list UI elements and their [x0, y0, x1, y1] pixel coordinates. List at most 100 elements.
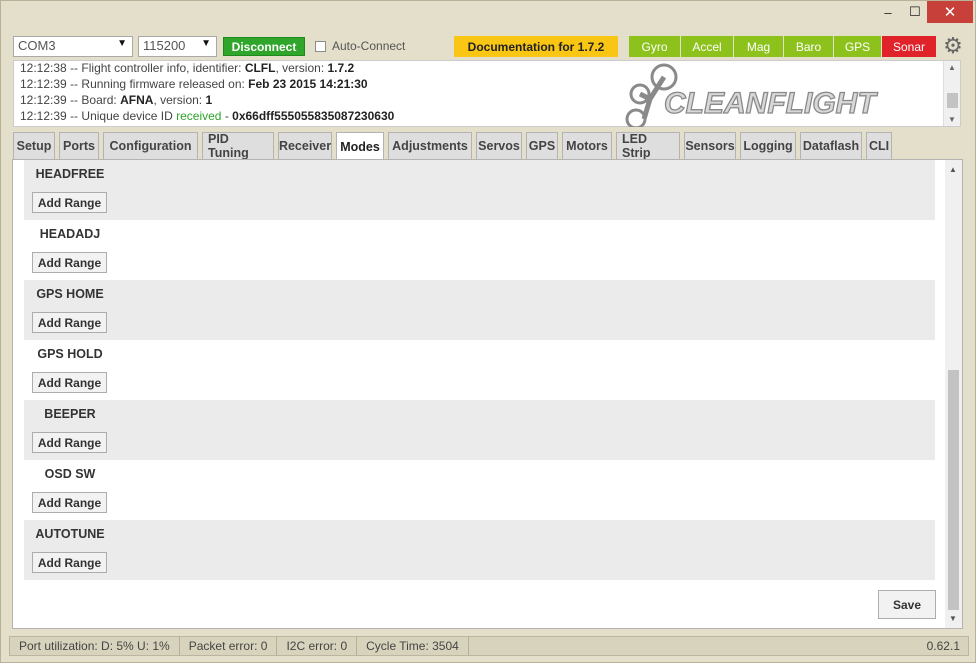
log-scrollbar[interactable]: ▲ ▼	[943, 61, 960, 126]
tab-gps[interactable]: GPS	[526, 132, 558, 159]
tab-setup[interactable]: Setup	[13, 132, 55, 159]
log-line: 12:12:38 -- Flight controller info, iden…	[20, 61, 354, 75]
mode-name: HEADFREE	[35, 167, 105, 181]
add-range-button[interactable]: Add Range	[32, 192, 107, 213]
sensor-status-bar: Gyro Accel Mag Baro GPS Sonar	[629, 36, 937, 57]
tab-led-strip[interactable]: LED Strip	[616, 132, 680, 160]
sensor-mag: Mag	[734, 36, 784, 57]
log-b2: 1.7.2	[327, 61, 355, 75]
tab-logging[interactable]: Logging	[740, 132, 796, 159]
packet-error: Packet error: 0	[180, 637, 278, 655]
log-sep: --	[70, 93, 79, 107]
tab-modes[interactable]: Modes	[336, 132, 384, 160]
logo-text: CLEANFLIGHT	[664, 87, 878, 120]
content-scrollbar[interactable]: ▲ ▼	[945, 160, 962, 628]
add-range-button[interactable]: Add Range	[32, 492, 107, 513]
tab-receiver[interactable]: Receiver	[278, 132, 332, 159]
tab-adjustments[interactable]: Adjustments	[388, 132, 472, 159]
log-sep: --	[70, 77, 79, 91]
content-scroll-thumb[interactable]	[948, 370, 959, 610]
add-range-button[interactable]: Add Range	[32, 312, 107, 333]
scroll-up-icon[interactable]: ▲	[948, 63, 956, 72]
scroll-up-icon[interactable]: ▲	[949, 165, 957, 174]
i2c-error: I2C error: 0	[277, 637, 358, 655]
mode-name: OSD SW	[44, 467, 96, 481]
log-text: Board:	[81, 93, 121, 107]
tab-pid-tuning[interactable]: PID Tuning	[202, 132, 274, 160]
log-b1: Feb 23 2015 14:21:30	[248, 77, 368, 91]
tab-ports[interactable]: Ports	[59, 132, 99, 159]
chevron-down-icon: ▼	[117, 38, 127, 49]
mode-row: HEADFREE Add Range	[24, 160, 935, 220]
log-mid: , version:	[275, 61, 328, 75]
tab-servos[interactable]: Servos	[476, 132, 522, 159]
tab-motors[interactable]: Motors	[562, 132, 612, 159]
cycle-time: Cycle Time: 3504	[357, 637, 469, 655]
sensor-gps: GPS	[834, 36, 882, 57]
log-line: 12:12:39 -- Running firmware released on…	[20, 77, 368, 91]
log-b2: 0x66dff555055835087230630	[232, 109, 395, 123]
add-range-button[interactable]: Add Range	[32, 552, 107, 573]
log-text: Flight controller info, identifier:	[81, 61, 245, 75]
sensor-sonar: Sonar	[882, 36, 937, 57]
baud-select-value: 115200	[143, 38, 186, 53]
scroll-down-icon[interactable]: ▼	[949, 614, 957, 623]
add-range-button[interactable]: Add Range	[32, 432, 107, 453]
title-bar: – ☐ ✕	[1, 1, 976, 30]
toolbar: COM3 ▼ 115200 ▼ Disconnect Auto-Connect …	[9, 32, 969, 60]
mode-name: GPS HOLD	[37, 347, 103, 361]
documentation-button[interactable]: Documentation for 1.7.2	[454, 36, 618, 57]
log-text: Unique device ID	[81, 109, 177, 123]
add-range-button[interactable]: Add Range	[32, 372, 107, 393]
mode-row: GPS HOME Add Range	[24, 280, 935, 340]
log-mid: -	[221, 109, 233, 123]
log-sep: --	[70, 109, 79, 123]
sensor-accel: Accel	[681, 36, 734, 57]
log-b2: 1	[205, 93, 213, 107]
mode-name: GPS HOME	[36, 287, 104, 301]
port-select[interactable]: COM3 ▼	[13, 36, 133, 57]
tab-bar: Setup Ports Configuration PID Tuning Receive…	[13, 132, 896, 160]
log-b1: CLFL	[244, 61, 276, 75]
mode-name: BEEPER	[44, 407, 96, 421]
mode-row: HEADADJ Add Range	[24, 220, 935, 280]
log-text: Running firmware released on:	[81, 77, 249, 91]
chevron-down-icon: ▼	[201, 38, 211, 49]
mode-row: BEEPER Add Range	[24, 400, 935, 460]
sensor-baro: Baro	[784, 36, 834, 57]
tab-cli[interactable]: CLI	[866, 132, 892, 159]
log-mid: , version:	[153, 93, 206, 107]
log-sep: --	[70, 61, 79, 75]
close-button[interactable]: ✕	[927, 1, 973, 23]
auto-connect-label: Auto-Connect	[332, 39, 406, 53]
mode-row: GPS HOLD Add Range	[24, 340, 935, 400]
log-b1: AFNA	[120, 93, 154, 107]
modes-panel: HEADFREE Add Range HEADADJ Add Range GPS HOM…	[12, 159, 963, 629]
auto-connect-checkbox[interactable]	[315, 40, 326, 52]
save-button[interactable]: Save	[878, 590, 936, 619]
tab-sensors[interactable]: Sensors	[684, 132, 736, 159]
tab-dataflash[interactable]: Dataflash	[800, 132, 862, 159]
mode-row: AUTOTUNE Add Range	[24, 520, 935, 580]
port-utilization: Port utilization: D: 5% U: 1%	[10, 637, 180, 655]
auto-connect-toggle[interactable]: Auto-Connect	[315, 39, 405, 53]
port-select-value: COM3	[18, 38, 56, 53]
baud-select[interactable]: 115200 ▼	[138, 36, 217, 57]
tab-configuration[interactable]: Configuration	[103, 132, 198, 159]
sensor-gyro: Gyro	[629, 36, 681, 57]
log-recv: received	[176, 109, 222, 123]
log-line: 12:12:39 -- Unique device ID received - …	[20, 109, 394, 123]
mode-name: HEADADJ	[39, 227, 101, 241]
add-range-button[interactable]: Add Range	[32, 252, 107, 273]
scroll-down-icon[interactable]: ▼	[948, 115, 956, 124]
log-scroll-thumb[interactable]	[947, 93, 958, 108]
disconnect-button[interactable]: Disconnect	[223, 37, 305, 56]
mode-row: OSD SW Add Range	[24, 460, 935, 520]
log-time: 12:12:39	[20, 109, 67, 123]
gear-icon[interactable]: ⚙	[942, 35, 964, 57]
log-time: 12:12:39	[20, 77, 67, 91]
mode-name: AUTOTUNE	[35, 527, 105, 541]
log-time: 12:12:38	[20, 61, 67, 75]
app-version: 0.62.1	[926, 639, 960, 653]
log-time: 12:12:39	[20, 93, 67, 107]
